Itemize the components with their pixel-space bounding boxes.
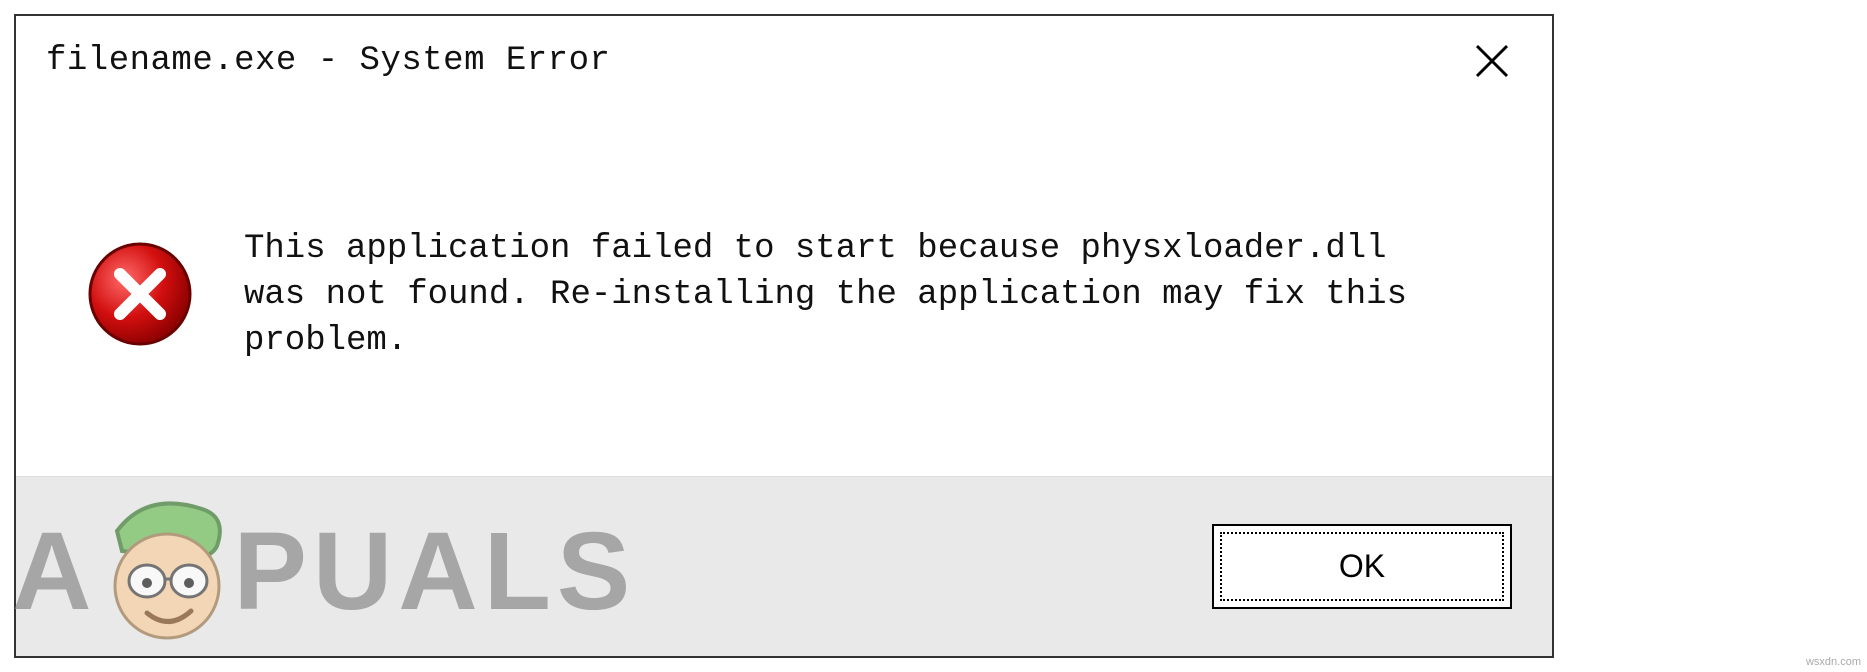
watermark-face-icon bbox=[97, 491, 237, 651]
dialog-titlebar: filename.exe - System Error bbox=[16, 16, 1552, 106]
error-dialog: filename.exe - System Error bbox=[14, 14, 1554, 658]
dialog-content: This application failed to start because… bbox=[16, 106, 1552, 476]
dialog-title: filename.exe - System Error bbox=[46, 42, 610, 80]
watermark-logo: A PUALS bbox=[16, 486, 636, 656]
error-message: This application failed to start because… bbox=[244, 227, 1444, 365]
error-icon bbox=[86, 240, 194, 353]
dialog-button-row: A PUALS OK bbox=[16, 476, 1552, 656]
source-note: wsxdn.com bbox=[1806, 656, 1861, 668]
ok-button[interactable]: OK bbox=[1212, 524, 1512, 609]
watermark-right: PUALS bbox=[233, 508, 636, 635]
close-icon bbox=[1472, 41, 1512, 81]
watermark-left: A bbox=[12, 508, 97, 635]
close-button[interactable] bbox=[1462, 31, 1522, 91]
